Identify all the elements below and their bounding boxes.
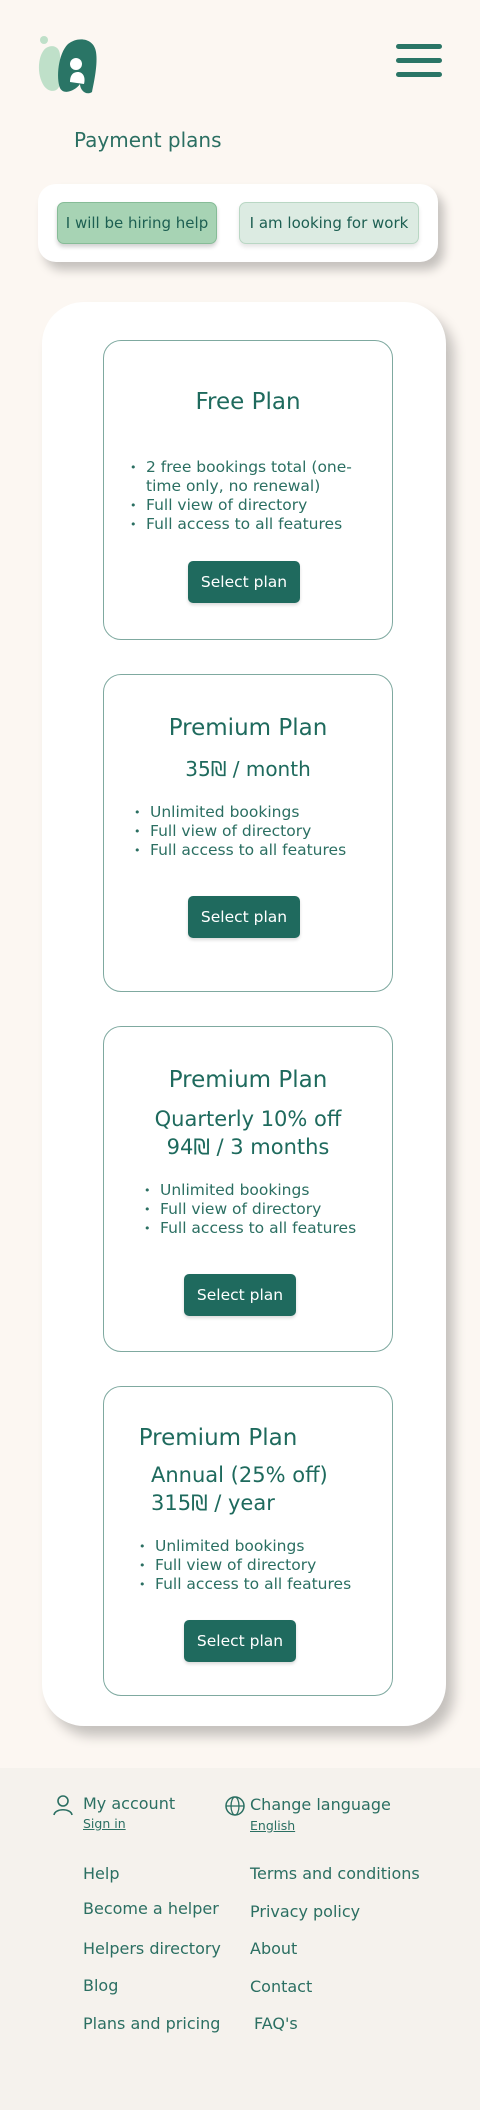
menu-bar (396, 58, 442, 63)
brand-logo-icon[interactable] (34, 34, 100, 96)
footer-link-become-helper[interactable]: Become a helper (83, 1899, 219, 1918)
change-language-link[interactable]: Change language (250, 1795, 391, 1814)
plan-price-discount: Quarterly 10% off (154, 1107, 342, 1131)
footer-link-faq[interactable]: FAQ's (254, 2014, 298, 2033)
plan-card-quarterly: Premium Plan Quarterly 10% off 94₪ / 3 m… (103, 1026, 393, 1352)
menu-bar (396, 44, 442, 49)
plan-feature: Unlimited bookings (139, 1537, 379, 1556)
footer-link-help[interactable]: Help (83, 1864, 119, 1883)
select-plan-button[interactable]: Select plan (184, 1274, 296, 1316)
hamburger-menu-icon[interactable] (396, 40, 444, 82)
plan-price-discount: Annual (25% off) (151, 1463, 328, 1487)
globe-icon (225, 1796, 245, 1816)
plan-feature: Unlimited bookings (144, 1181, 384, 1200)
plan-feature: Full access to all features (130, 515, 380, 534)
plan-feature: Full view of directory (144, 1200, 384, 1219)
plans-panel: Free Plan 2 free bookings total (one-tim… (42, 302, 446, 1726)
role-toggle: I will be hiring help I am looking for w… (38, 184, 438, 262)
plan-feature: Full access to all features (134, 841, 374, 860)
footer-link-plans-pricing[interactable]: Plans and pricing (83, 2014, 220, 2033)
my-account-link[interactable]: My account (83, 1794, 175, 1813)
menu-bar (396, 72, 442, 77)
plan-features: Unlimited bookings Full view of director… (139, 1537, 379, 1594)
hiring-toggle-button[interactable]: I will be hiring help (57, 202, 217, 244)
plan-name: Premium Plan (138, 1425, 298, 1451)
plan-features: 2 free bookings total (one-time only, no… (130, 458, 380, 534)
working-toggle-button[interactable]: I am looking for work (239, 202, 419, 244)
footer-link-terms[interactable]: Terms and conditions (250, 1864, 420, 1883)
plan-feature: Full view of directory (139, 1556, 379, 1575)
current-language-link[interactable]: English (250, 1818, 295, 1833)
footer-link-about[interactable]: About (250, 1939, 297, 1958)
site-footer: My account Sign in Change language Engli… (0, 1768, 480, 2110)
plan-price: 315₪ / year (151, 1491, 275, 1515)
plan-price: 94₪ / 3 months (166, 1135, 330, 1159)
plan-card-annual: Premium Plan Annual (25% off) 315₪ / yea… (103, 1386, 393, 1696)
user-icon (53, 1795, 73, 1816)
footer-link-privacy[interactable]: Privacy policy (250, 1902, 360, 1921)
plan-feature: Full access to all features (139, 1575, 379, 1594)
footer-link-helpers-directory[interactable]: Helpers directory (83, 1939, 221, 1958)
plan-price: 35₪ / month (185, 757, 311, 781)
footer-link-blog[interactable]: Blog (83, 1976, 118, 1995)
plan-feature: Full view of directory (130, 496, 380, 515)
footer-link-contact[interactable]: Contact (250, 1977, 312, 1996)
site-header (0, 0, 480, 110)
select-plan-button[interactable]: Select plan (184, 1620, 296, 1662)
plan-name: Premium Plan (168, 715, 328, 741)
plan-feature: 2 free bookings total (one-time only, no… (130, 458, 380, 496)
plan-features: Unlimited bookings Full view of director… (144, 1181, 384, 1238)
plan-card-free: Free Plan 2 free bookings total (one-tim… (103, 340, 393, 640)
select-plan-button[interactable]: Select plan (188, 561, 300, 603)
page-title: Payment plans (74, 128, 222, 152)
sign-in-link[interactable]: Sign in (83, 1816, 126, 1831)
plan-feature: Full view of directory (134, 822, 374, 841)
plan-card-monthly: Premium Plan 35₪ / month Unlimited booki… (103, 674, 393, 992)
select-plan-button[interactable]: Select plan (188, 896, 300, 938)
plan-feature: Unlimited bookings (134, 803, 374, 822)
plan-features: Unlimited bookings Full view of director… (134, 803, 374, 860)
plan-name: Premium Plan (168, 1067, 328, 1093)
plan-name: Free Plan (195, 389, 301, 415)
plan-feature: Full access to all features (144, 1219, 384, 1238)
